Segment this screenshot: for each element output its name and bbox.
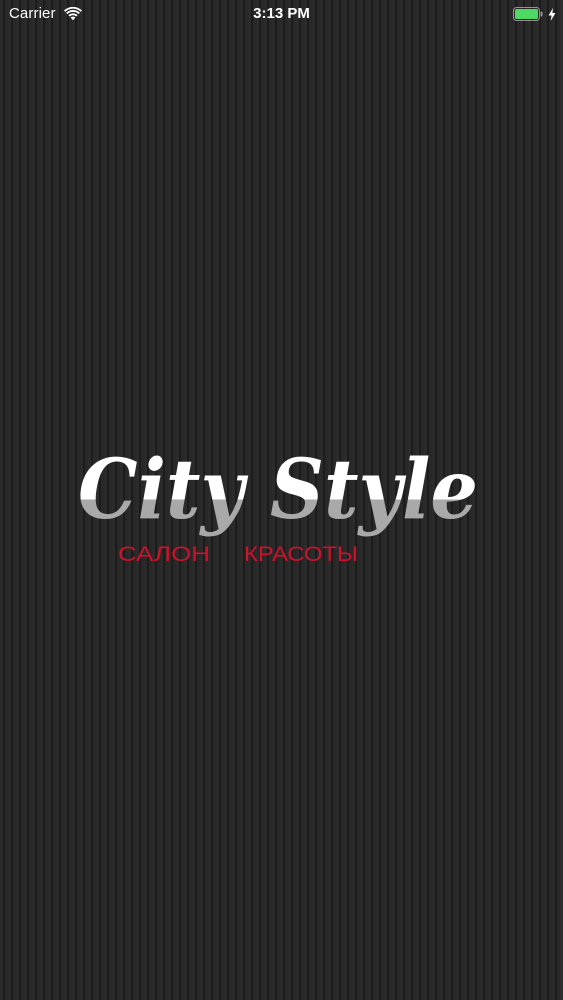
- splash-screen: Carrier 3:13 PM City Style САЛОН КРАСОТЫ: [0, 0, 563, 1000]
- logo-subtitle-left: САЛОН: [118, 543, 210, 566]
- logo-title: City Style: [78, 442, 478, 538]
- battery-group: [513, 7, 556, 21]
- status-time: 3:13 PM: [253, 5, 310, 22]
- logo-graphic: City Style САЛОН КРАСОТЫ: [78, 442, 478, 566]
- battery-icon: [513, 7, 543, 21]
- city-style-logo: City Style САЛОН КРАСОТЫ: [72, 430, 492, 580]
- charging-bolt-icon: [548, 7, 556, 21]
- status-bar: Carrier 3:13 PM: [0, 0, 563, 30]
- logo-subtitle-right: КРАСОТЫ: [244, 543, 358, 566]
